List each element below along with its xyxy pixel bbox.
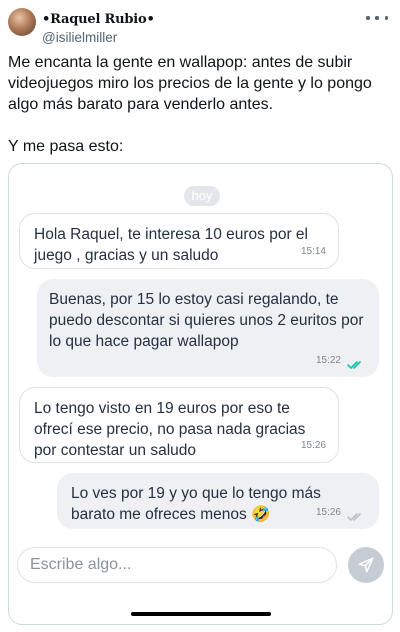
message-time: 15:26 [315, 507, 341, 518]
home-indicator [131, 612, 271, 616]
chat-message-outgoing: Buenas, por 15 lo estoy casi regalando, … [37, 279, 379, 377]
message-composer[interactable] [17, 547, 337, 583]
tweet-text: Me encanta la gente en wallapop: antes d… [8, 52, 392, 178]
message-time: 15:22 [315, 355, 341, 366]
display-name[interactable]: •Raquel Rubio• [42, 12, 155, 27]
user-handle[interactable]: @isilielmiller [42, 30, 117, 45]
message-text: Lo tengo visto en 19 euros por eso te of… [34, 400, 306, 459]
chat-message-outgoing: Lo ves por 19 y yo que lo tengo más bara… [57, 473, 379, 529]
double-check-icon [347, 361, 361, 369]
send-icon [358, 557, 374, 573]
avatar[interactable] [8, 8, 36, 36]
double-check-icon [347, 513, 361, 521]
message-time: 15:26 [300, 440, 326, 451]
send-button[interactable] [348, 547, 384, 583]
tweet-paragraph: Y me pasa esto: [8, 138, 124, 155]
chat-screenshot[interactable]: hoy Hola Raquel, te interesa 10 euros po… [8, 163, 393, 625]
message-text: Hola Raquel, te interesa 10 euros por el… [34, 226, 308, 264]
tweet-header: •Raquel Rubio• @isilielmiller [8, 6, 392, 46]
message-input[interactable] [30, 548, 320, 582]
tweet-paragraph: Me encanta la gente en wallapop: antes d… [8, 54, 372, 113]
message-time: 15:14 [300, 246, 326, 257]
chat-message-incoming: Lo tengo visto en 19 euros por eso te of… [19, 387, 339, 463]
day-separator: hoy [184, 186, 220, 206]
more-dots-icon[interactable] [366, 10, 388, 26]
chat-message-incoming: Hola Raquel, te interesa 10 euros por el… [19, 213, 339, 269]
message-text: Buenas, por 15 lo estoy casi regalando, … [49, 291, 364, 350]
